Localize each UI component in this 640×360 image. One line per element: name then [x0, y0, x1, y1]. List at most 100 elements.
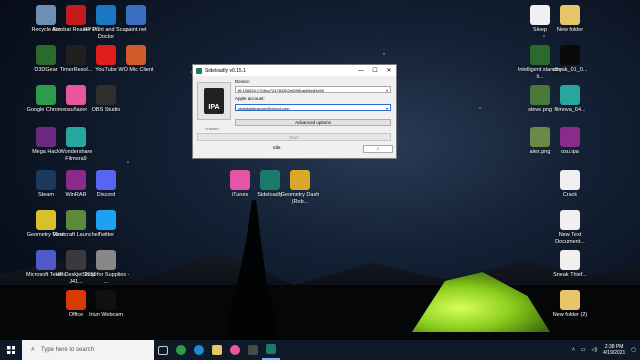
ipa-drop-zone[interactable]: IPA — [197, 82, 231, 120]
device-value: f6:19852b:1708cc7247833b2ef28ff1ab66c83e… — [238, 88, 325, 93]
window-title: Sideloadly v0.15.1 — [205, 67, 246, 74]
desktop-item-label: Geometry Dash (Rob... — [280, 192, 320, 205]
start-button[interactable]: Start — [197, 133, 391, 141]
chevron-down-icon: ▾ — [385, 106, 388, 111]
desktop-item-label: New folder (2) — [552, 312, 588, 318]
sideloadly-window: Sideloadly v0.15.1 — ☐ ✕ IPA Device: f6:… — [192, 64, 397, 159]
edge-icon — [194, 345, 204, 355]
geometry-dash-rob-icon — [290, 170, 310, 190]
window-titlebar: Sideloadly v0.15.1 — ☐ ✕ — [193, 65, 396, 76]
taskbar-sideloadly[interactable] — [262, 340, 280, 360]
desktop-item-label: filmova_64... — [554, 107, 586, 113]
desktop-item-filmora[interactable]: Wondershare Filmora9 — [50, 127, 102, 162]
chevron-down-icon: ▾ — [385, 88, 388, 93]
notification-icon[interactable]: ▢ — [631, 347, 636, 353]
desktop-item-label: Crack — [562, 192, 578, 198]
mic-icon — [126, 45, 146, 65]
desktop-item-label: Sneak Thief... — [553, 272, 587, 278]
desktop-item-new-folder2[interactable]: New folder (2) — [544, 290, 596, 319]
desktop-item-geometry-dash-rob[interactable]: Geometry Dash (Rob... — [274, 170, 326, 205]
desktop-item-crack[interactable]: Crack — [544, 170, 596, 199]
taskbar-edge[interactable] — [190, 340, 208, 360]
apple-account-label: Apple account: — [235, 96, 265, 101]
clock[interactable]: 2:38 PM 4/19/2021 — [603, 344, 625, 356]
desktop-item-osu-ipa[interactable]: osu.ipa — [544, 127, 596, 156]
desktop-item-iriun[interactable]: Iriun Webcam — [80, 290, 132, 319]
desktop-item-streak[interactable]: streak_01_0... — [544, 45, 596, 74]
new-text-doc-icon — [560, 210, 580, 230]
folder-icon — [212, 345, 222, 355]
network-icon[interactable]: ▭ — [581, 347, 586, 353]
start-menu-button[interactable] — [0, 340, 22, 360]
status-small-text: <name> — [205, 126, 220, 131]
desktop-item-label: Discord — [96, 192, 116, 198]
new-folder-icon — [560, 5, 580, 25]
desktop-item-paint-net[interactable]: paint.net — [110, 5, 162, 34]
taskbar-store[interactable] — [244, 340, 262, 360]
taskbar-explorer[interactable] — [208, 340, 226, 360]
apple-account-value: chabbaldeacom@icloud.com — [238, 106, 290, 111]
status-text: Idle. — [273, 145, 282, 150]
taskbar: ⌕ Type here to search ˄ ▭ ◁) 2:38 PM 4/1… — [0, 340, 640, 360]
log-toggle-button[interactable]: ↕ — [363, 145, 393, 153]
filmov-icon — [560, 85, 580, 105]
desktop-item-label: streak_01_0... — [552, 67, 588, 73]
desktop-item-label: WO Mic Client — [118, 67, 154, 73]
task-view-icon — [158, 345, 168, 355]
twitter-icon — [96, 210, 116, 230]
desktop-item-label: paint.net — [125, 27, 147, 33]
maximize-button[interactable]: ☐ — [368, 65, 382, 76]
chevron-up-icon[interactable]: ˄ — [572, 347, 575, 353]
desktop-item-label: Iriun Webcam — [89, 312, 123, 318]
obs-icon — [96, 85, 116, 105]
advanced-options-button[interactable]: Advanced options — [235, 119, 391, 126]
chrome-icon — [176, 345, 186, 355]
desktop-item-label: Twitter — [97, 232, 115, 238]
iriun-icon — [96, 290, 116, 310]
close-button[interactable]: ✕ — [382, 65, 396, 76]
desktop-item-obs[interactable]: OBS Studio — [80, 85, 132, 114]
desktop-item-new-folder[interactable]: New folder — [544, 5, 596, 34]
new-folder2-icon — [560, 290, 580, 310]
volume-icon[interactable]: ◁) — [592, 347, 598, 353]
clock-date: 4/19/2021 — [603, 350, 626, 356]
minimize-button[interactable]: — — [354, 65, 368, 76]
taskbar-chrome[interactable] — [172, 340, 190, 360]
ipa-file-icon: IPA — [204, 88, 224, 114]
desktop-item-mic[interactable]: WO Mic Client — [110, 45, 162, 74]
crack-icon — [560, 170, 580, 190]
desktop-item-label: OBS Studio — [91, 107, 121, 113]
desktop-item-discord[interactable]: Discord — [80, 170, 132, 199]
desktop-item-label: Wondershare Filmora9 — [59, 149, 93, 162]
desktop-item-filmov[interactable]: filmova_64... — [544, 85, 596, 114]
osu-icon — [230, 345, 240, 355]
sneak-thief-icon — [560, 250, 580, 270]
sideloadly-app-icon — [196, 67, 202, 74]
apple-account-input[interactable]: chabbaldeacom@icloud.com ▾ — [235, 104, 391, 111]
discord-icon — [96, 170, 116, 190]
desktop-item-new-text-doc[interactable]: New Text Document... — [544, 210, 596, 245]
search-icon: ⌕ — [31, 346, 35, 353]
filmora-icon — [66, 127, 86, 147]
desktop-item-label: Shop for Supplies - ... — [82, 272, 130, 285]
streak-icon — [560, 45, 580, 65]
desktop-item-label: New folder — [556, 27, 584, 33]
search-placeholder: Type here to search — [41, 347, 95, 353]
windows-logo-icon — [7, 346, 15, 354]
osu-ipa-icon — [560, 127, 580, 147]
desktop-item-sneak-thief[interactable]: Sneak Thief... — [544, 250, 596, 279]
paint-net-icon — [126, 5, 146, 25]
device-select[interactable]: f6:19852b:1708cc7247833b2ef28ff1ab66c83e… — [235, 86, 391, 93]
desktop-item-label: New Text Document... — [555, 232, 585, 245]
task-view-button[interactable] — [154, 340, 172, 360]
desktop-item-twitter[interactable]: Twitter — [80, 210, 132, 239]
sideloadly-icon — [266, 344, 276, 354]
desktop-item-label: osu.ipa — [561, 149, 579, 155]
shop-icon — [96, 250, 116, 270]
store-icon — [248, 345, 258, 355]
desktop-item-shop[interactable]: Shop for Supplies - ... — [80, 250, 132, 285]
taskbar-search[interactable]: ⌕ Type here to search — [22, 340, 154, 360]
device-label: Device: — [235, 79, 251, 84]
system-tray: ˄ ▭ ◁) 2:38 PM 4/19/2021 ▢ — [572, 344, 640, 356]
taskbar-osu[interactable] — [226, 340, 244, 360]
